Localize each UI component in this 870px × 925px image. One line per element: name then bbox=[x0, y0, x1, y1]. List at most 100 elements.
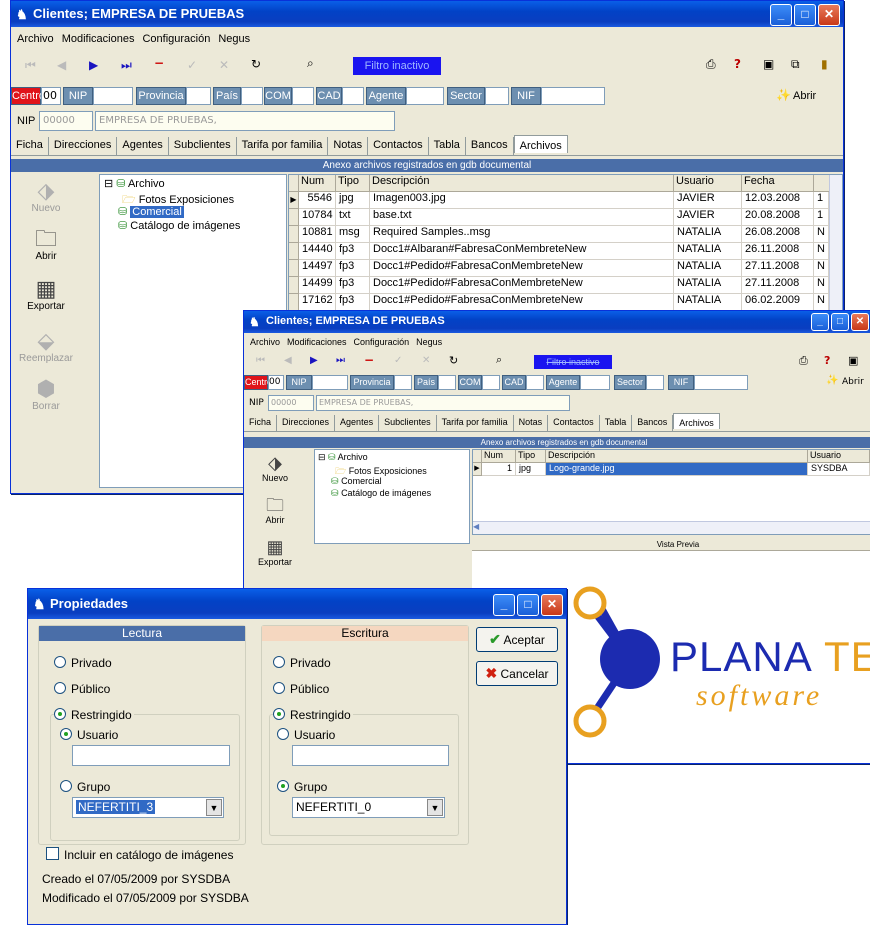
tree-node-comercial[interactable]: ⛁ Comercial bbox=[118, 205, 184, 218]
cad-field[interactable] bbox=[342, 87, 364, 105]
grid-hscroll[interactable]: ◀ bbox=[473, 521, 870, 534]
pais-label[interactable]: País bbox=[414, 375, 438, 390]
delete-record-icon[interactable]: − bbox=[154, 56, 164, 70]
agente-label[interactable]: Agente bbox=[366, 87, 406, 105]
tree-node-catalogo[interactable]: ⛁ Catálogo de imágenes bbox=[331, 488, 431, 499]
tab-subclientes[interactable]: Subclientes bbox=[169, 137, 237, 155]
nip-name-field[interactable]: EMPRESA DE PRUEBAS, bbox=[316, 395, 570, 411]
next-record-icon[interactable]: ▶ bbox=[310, 355, 318, 366]
table-row[interactable]: 10784 txt base.txt JAVIER 20.08.2008 1 bbox=[289, 209, 829, 226]
lectura-grupo-radio[interactable]: Grupo bbox=[60, 780, 110, 794]
menu-modificaciones[interactable]: Modificaciones bbox=[287, 337, 347, 347]
lectura-restringido-radio[interactable]: Restringido bbox=[54, 708, 134, 722]
nuevo-button[interactable]: ⬗ Nuevo bbox=[244, 453, 306, 483]
menu-configuracion[interactable]: Configuración bbox=[142, 33, 210, 45]
tab-bancos[interactable]: Bancos bbox=[466, 137, 514, 155]
tab-subclientes[interactable]: Subclientes bbox=[379, 415, 437, 431]
tree-node-archivo[interactable]: ⊟ ⛁ Archivo bbox=[318, 452, 368, 463]
tab-tabla[interactable]: Tabla bbox=[429, 137, 466, 155]
com-field[interactable] bbox=[292, 87, 314, 105]
maximize-button[interactable]: □ bbox=[517, 594, 539, 616]
save-icon[interactable]: ▣ bbox=[763, 57, 774, 71]
last-record-icon[interactable]: ⏭ bbox=[336, 355, 345, 366]
nip-filter-field[interactable] bbox=[312, 375, 348, 390]
table-row[interactable]: 17162 fp3 Docc1#Pedido#FabresaConMembret… bbox=[289, 294, 829, 311]
col-descripcion[interactable]: Descripción bbox=[370, 175, 674, 192]
print-icon[interactable]: ⎙ bbox=[706, 57, 716, 72]
col-usuario[interactable]: Usuario bbox=[674, 175, 742, 192]
nif-field[interactable] bbox=[541, 87, 605, 105]
escritura-grupo-select[interactable]: NEFERTITI_0 ▼ bbox=[292, 797, 445, 818]
grid-vscroll[interactable] bbox=[829, 175, 842, 313]
tab-archivos[interactable]: Archivos bbox=[673, 413, 720, 429]
abrir-wand-icon[interactable]: ✨ bbox=[826, 375, 838, 386]
filter-status[interactable]: Filtro inactivo bbox=[353, 57, 441, 75]
abrir-link[interactable]: Abrir bbox=[842, 377, 864, 387]
first-record-icon[interactable]: ⏮ bbox=[25, 58, 36, 73]
pais-field[interactable] bbox=[241, 87, 263, 105]
maximize-button[interactable]: □ bbox=[794, 4, 816, 26]
com-label[interactable]: COM bbox=[264, 87, 292, 105]
nip-filter-label[interactable]: NIP bbox=[63, 87, 93, 105]
lectura-usuario-input[interactable] bbox=[72, 745, 230, 766]
tab-direcciones[interactable]: Direcciones bbox=[277, 415, 336, 431]
nuevo-button[interactable]: ⬗ Nuevo bbox=[11, 179, 81, 215]
close-button[interactable]: ✕ bbox=[541, 594, 563, 616]
tab-ficha[interactable]: Ficha bbox=[244, 415, 278, 431]
tab-tarifa[interactable]: Tarifa por familia bbox=[437, 415, 514, 431]
filter-status[interactable]: Filtro inactivo bbox=[534, 355, 612, 369]
cancel-icon[interactable]: ✕ bbox=[219, 58, 229, 72]
menu-modificaciones[interactable]: Modificaciones bbox=[62, 33, 135, 45]
menu-archivo[interactable]: Archivo bbox=[17, 33, 54, 45]
table-row[interactable]: ▶ 5546 jpg Imagen003.jpg JAVIER 12.03.20… bbox=[289, 192, 829, 209]
tree-node-archivo[interactable]: ⊟ ⛁ Archivo bbox=[104, 177, 165, 190]
refresh-icon[interactable]: ↻ bbox=[251, 57, 261, 71]
lectura-grupo-select[interactable]: NEFERTITI_3 ▼ bbox=[72, 797, 224, 818]
pais-field[interactable] bbox=[438, 375, 456, 390]
close-button[interactable]: ✕ bbox=[851, 313, 869, 331]
lectura-privado-radio[interactable]: Privado bbox=[54, 656, 112, 670]
escritura-usuario-radio[interactable]: Usuario bbox=[277, 728, 335, 742]
com-field[interactable] bbox=[482, 375, 500, 390]
exit-door-icon[interactable]: ▮ bbox=[821, 57, 828, 71]
cancelar-button[interactable]: ✖ Cancelar bbox=[476, 661, 558, 686]
prev-record-icon[interactable]: ◀ bbox=[284, 355, 292, 366]
tab-contactos[interactable]: Contactos bbox=[548, 415, 600, 431]
abrir-wand-icon[interactable]: ✨ bbox=[776, 88, 791, 102]
sector-label[interactable]: Sector bbox=[447, 87, 485, 105]
tree-node-catalogo[interactable]: ⛁ Catálogo de imágenes bbox=[118, 219, 240, 232]
abrir-button[interactable]: 🗀 Abrir bbox=[11, 227, 81, 263]
tab-notas[interactable]: Notas bbox=[514, 415, 549, 431]
checkbox-box[interactable] bbox=[46, 847, 59, 860]
agente-label[interactable]: Agente bbox=[546, 375, 580, 390]
tab-agentes[interactable]: Agentes bbox=[335, 415, 380, 431]
cad-label[interactable]: CAD bbox=[502, 375, 526, 390]
escritura-grupo-radio[interactable]: Grupo bbox=[277, 780, 327, 794]
nip-filter-field[interactable] bbox=[93, 87, 133, 105]
provincia-field[interactable] bbox=[186, 87, 211, 105]
nip-code-field[interactable]: 00000 bbox=[268, 395, 314, 411]
centro-label[interactable]: Centro bbox=[244, 375, 272, 390]
tab-contactos[interactable]: Contactos bbox=[368, 137, 429, 155]
chevron-down-icon[interactable]: ▼ bbox=[427, 799, 443, 816]
nif-label[interactable]: NIF bbox=[668, 375, 694, 390]
lectura-publico-radio[interactable]: Público bbox=[54, 682, 110, 696]
confirm-icon[interactable]: ✓ bbox=[394, 355, 402, 366]
help-icon[interactable]: ? bbox=[734, 57, 741, 71]
escritura-publico-radio[interactable]: Público bbox=[273, 682, 329, 696]
table-row[interactable]: 10881 msg Required Samples..msg NATALIA … bbox=[289, 226, 829, 243]
prev-record-icon[interactable]: ◀ bbox=[57, 58, 66, 72]
col-fecha[interactable]: Fecha bbox=[742, 175, 814, 192]
catalogo-checkbox[interactable]: Incluir en catálogo de imágenes bbox=[46, 847, 233, 862]
pais-label[interactable]: País bbox=[213, 87, 241, 105]
menu-negus[interactable]: Negus bbox=[218, 33, 250, 45]
table-row[interactable]: 14499 fp3 Docc1#Pedido#FabresaConMembret… bbox=[289, 277, 829, 294]
nif-label[interactable]: NIF bbox=[511, 87, 541, 105]
save-icon[interactable]: ▣ bbox=[848, 354, 858, 367]
col-tipo[interactable]: Tipo bbox=[336, 175, 370, 192]
help-icon[interactable]: ? bbox=[824, 354, 830, 367]
binoculars-icon[interactable]: ⌕ bbox=[307, 56, 314, 71]
refresh-icon[interactable]: ↻ bbox=[449, 354, 458, 367]
escritura-restringido-radio[interactable]: Restringido bbox=[273, 708, 353, 722]
copy-icon[interactable]: ⧉ bbox=[791, 57, 800, 72]
